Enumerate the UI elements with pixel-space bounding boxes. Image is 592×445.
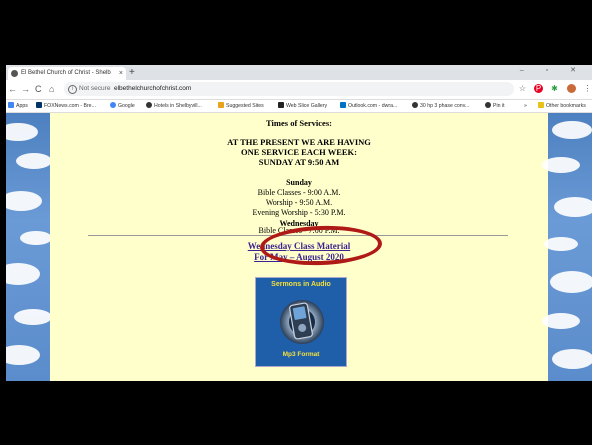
bookmark-label: Hotels in Shelbyvill... bbox=[154, 103, 202, 109]
apps-icon bbox=[8, 102, 14, 108]
bookmark-hotels[interactable]: Hotels in Shelbyvill... bbox=[146, 100, 202, 112]
sunday-bible-classes: Bible Classes - 9:00 A.M. bbox=[257, 188, 341, 197]
tab-title: El Bethel Church of Christ - Shelb bbox=[21, 70, 111, 76]
cloud-border-right bbox=[542, 113, 592, 381]
foxnews-icon bbox=[36, 102, 42, 108]
forward-button[interactable]: → bbox=[21, 83, 30, 95]
profile-avatar[interactable] bbox=[567, 84, 576, 93]
bookmark-star-icon[interactable]: ☆ bbox=[518, 84, 527, 93]
sunday-evening-worship: Evening Worship - 5:30 P.M. bbox=[252, 208, 346, 217]
globe-icon bbox=[146, 102, 152, 108]
tab-close-icon[interactable]: × bbox=[119, 67, 123, 80]
bookmark-label: Web Slice Gallery bbox=[286, 103, 328, 109]
pinterest-icon[interactable]: P bbox=[534, 84, 543, 93]
extension-icon[interactable]: ✱ bbox=[550, 84, 559, 93]
cloud-border-left bbox=[6, 113, 52, 381]
bookmark-label: Apps bbox=[16, 103, 28, 109]
back-button[interactable]: ← bbox=[8, 83, 17, 95]
sermons-format: Mp3 Format bbox=[282, 351, 320, 358]
reload-button[interactable]: C bbox=[35, 83, 42, 95]
notice-line-1: AT THE PRESENT WE ARE HAVING bbox=[227, 137, 371, 147]
favicon-icon bbox=[11, 70, 18, 77]
security-label: Not secure bbox=[79, 85, 111, 92]
address-bar[interactable]: i Not secure elbethelchurchofchrist.com bbox=[64, 82, 514, 96]
bookmark-web-slice[interactable]: Web Slice Gallery bbox=[278, 100, 327, 112]
bookmark-apps[interactable]: Apps bbox=[8, 100, 28, 112]
bookmark-label: 30 hp 3 phase conv... bbox=[420, 103, 470, 109]
window-controls[interactable]: – ▫ ✕ bbox=[520, 66, 586, 74]
google-icon bbox=[110, 102, 116, 108]
bookmark-other[interactable]: Other bookmarks bbox=[538, 100, 586, 112]
globe-icon bbox=[412, 102, 418, 108]
url-text[interactable]: elbethelchurchofchrist.com bbox=[114, 82, 191, 96]
suggested-sites-icon bbox=[218, 102, 224, 108]
bookmark-label: Other bookmarks bbox=[546, 103, 586, 109]
screen: El Bethel Church of Christ - Shelb × + –… bbox=[6, 65, 592, 381]
sermons-audio-banner[interactable]: Sermons in Audio Mp3 Format bbox=[255, 277, 347, 367]
bookmarks-bar: Apps FOXNews.com - Bre... Google Hotels … bbox=[6, 100, 592, 113]
bookmark-outlook[interactable]: Outlook.com - dwra... bbox=[340, 100, 397, 112]
sermons-title: Sermons in Audio bbox=[271, 281, 331, 288]
folder-icon bbox=[538, 102, 544, 108]
bookmark-label: Google bbox=[118, 103, 135, 109]
browser-tab[interactable]: El Bethel Church of Christ - Shelb × bbox=[8, 67, 126, 80]
notice-line-2: ONE SERVICE EACH WEEK: bbox=[241, 147, 357, 157]
services-heading: Times of Services: bbox=[266, 118, 332, 128]
new-tab-button[interactable]: + bbox=[129, 65, 135, 80]
notice-line-3: SUNDAY AT 9:50 AM bbox=[258, 157, 340, 167]
browser-toolbar: ← → C ⌂ i Not secure elbethelchurchofchr… bbox=[6, 80, 592, 100]
bookmark-foxnews[interactable]: FOXNews.com - Bre... bbox=[36, 100, 96, 112]
globe-icon bbox=[485, 102, 491, 108]
outlook-icon bbox=[340, 102, 346, 108]
web-slice-icon bbox=[278, 102, 284, 108]
menu-icon[interactable]: ⋮ bbox=[583, 84, 592, 93]
bookmark-pin-it[interactable]: Pin it bbox=[485, 100, 505, 112]
bookmark-30hp[interactable]: 30 hp 3 phase conv... bbox=[412, 100, 469, 112]
home-button[interactable]: ⌂ bbox=[49, 83, 54, 95]
bookmark-label: Pin it bbox=[493, 103, 505, 109]
sunday-label: Sunday bbox=[286, 178, 312, 187]
sunday-worship: Worship - 9:50 A.M. bbox=[265, 198, 333, 207]
tab-strip: El Bethel Church of Christ - Shelb × + –… bbox=[6, 65, 592, 80]
bookmarks-overflow[interactable]: » bbox=[524, 100, 527, 112]
mp3-player-icon bbox=[280, 300, 324, 344]
bookmark-suggested[interactable]: Suggested Sites bbox=[218, 100, 264, 112]
bookmark-label: Suggested Sites bbox=[226, 103, 264, 109]
bookmark-google[interactable]: Google bbox=[110, 100, 135, 112]
info-icon[interactable]: i bbox=[68, 85, 77, 94]
bookmark-label: Outlook.com - dwra... bbox=[348, 103, 398, 109]
bookmark-label: FOXNews.com - Bre... bbox=[44, 103, 96, 109]
